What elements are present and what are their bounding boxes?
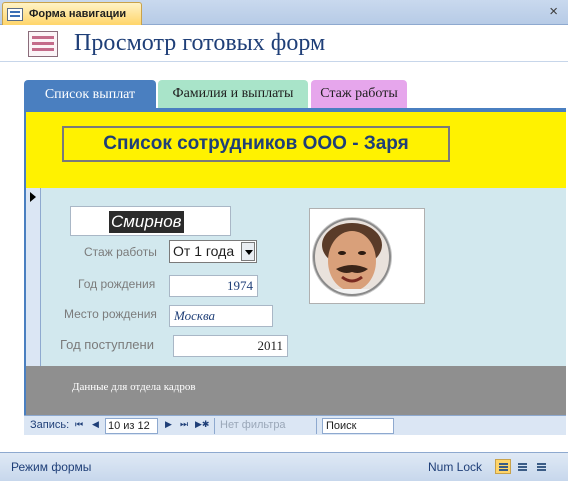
num-lock-indicator: Num Lock [428,460,483,474]
subform-header: Список сотрудников ООО - Заря [26,112,566,188]
tab-work-experience[interactable]: Стаж работы [311,80,407,108]
document-tab-title: Форма навигации [29,8,127,20]
form-view-icon[interactable] [495,459,511,474]
last-record-icon[interactable]: ⏭ [180,419,188,430]
birthplace-label: Место рождения [64,307,157,321]
tab-surname-payments[interactable]: Фамилия и выплаты [158,80,308,108]
form-icon [7,7,23,21]
header-divider [0,61,568,62]
no-filter-indicator[interactable]: Нет фильтра [220,419,286,431]
dropdown-arrow-icon[interactable] [241,242,255,261]
portrait-image [312,217,392,297]
surname-value: Смирнов [109,211,184,233]
employee-subform: Список сотрудников ООО - Заря Смирнов Ст… [24,112,566,426]
document-tab-strip: Форма навигации × [0,0,568,25]
record-label: Запись: [30,419,70,431]
new-record-icon[interactable]: ▶✱ [195,419,209,430]
page-title: Просмотр готовых форм [74,30,326,56]
next-record-icon[interactable]: ▶ [165,419,172,430]
hire-year-field[interactable]: 2011 [173,335,288,357]
navigation-form: Просмотр готовых форм Список выплат Фами… [0,25,568,452]
first-record-icon[interactable]: ⏮ [75,419,83,430]
hire-year-label: Год поступлени [60,337,154,352]
nav-separator [316,418,317,434]
view-mode-text: Режим формы [11,460,92,474]
close-icon[interactable]: × [549,3,558,20]
experience-value: От 1 года [173,243,235,259]
subform-title: Список сотрудников ООО - Заря [62,126,450,162]
layout-view-icon[interactable] [514,459,530,474]
design-view-icon[interactable] [533,459,549,474]
record-navigation-bar: Запись: ⏮ ◀ 10 из 12 ▶ ⏭ ▶✱ Нет фильтра … [24,415,566,435]
footer-caption: Данные для отдела кадров [72,381,196,393]
surname-field[interactable]: Смирнов [70,206,231,236]
birthplace-field[interactable]: Москва [169,305,273,327]
search-input[interactable]: Поиск [322,418,394,434]
birth-year-label: Год рождения [78,277,156,291]
nav-separator [214,418,215,434]
employee-photo [309,208,425,304]
document-tab[interactable]: Форма навигации [2,2,142,25]
experience-label: Стаж работы [84,245,157,259]
previous-record-icon[interactable]: ◀ [92,419,99,430]
tab-payments-list[interactable]: Список выплат [24,80,156,110]
record-selector[interactable] [26,188,41,366]
form-header: Просмотр готовых форм [0,25,568,63]
current-record-input[interactable]: 10 из 12 [105,418,158,434]
form-header-icon [28,31,58,57]
current-record-arrow-icon [30,192,36,202]
experience-combobox[interactable]: От 1 года [169,240,257,263]
status-bar: Режим формы Num Lock [0,452,568,481]
birth-year-field[interactable]: 1974 [169,275,258,297]
